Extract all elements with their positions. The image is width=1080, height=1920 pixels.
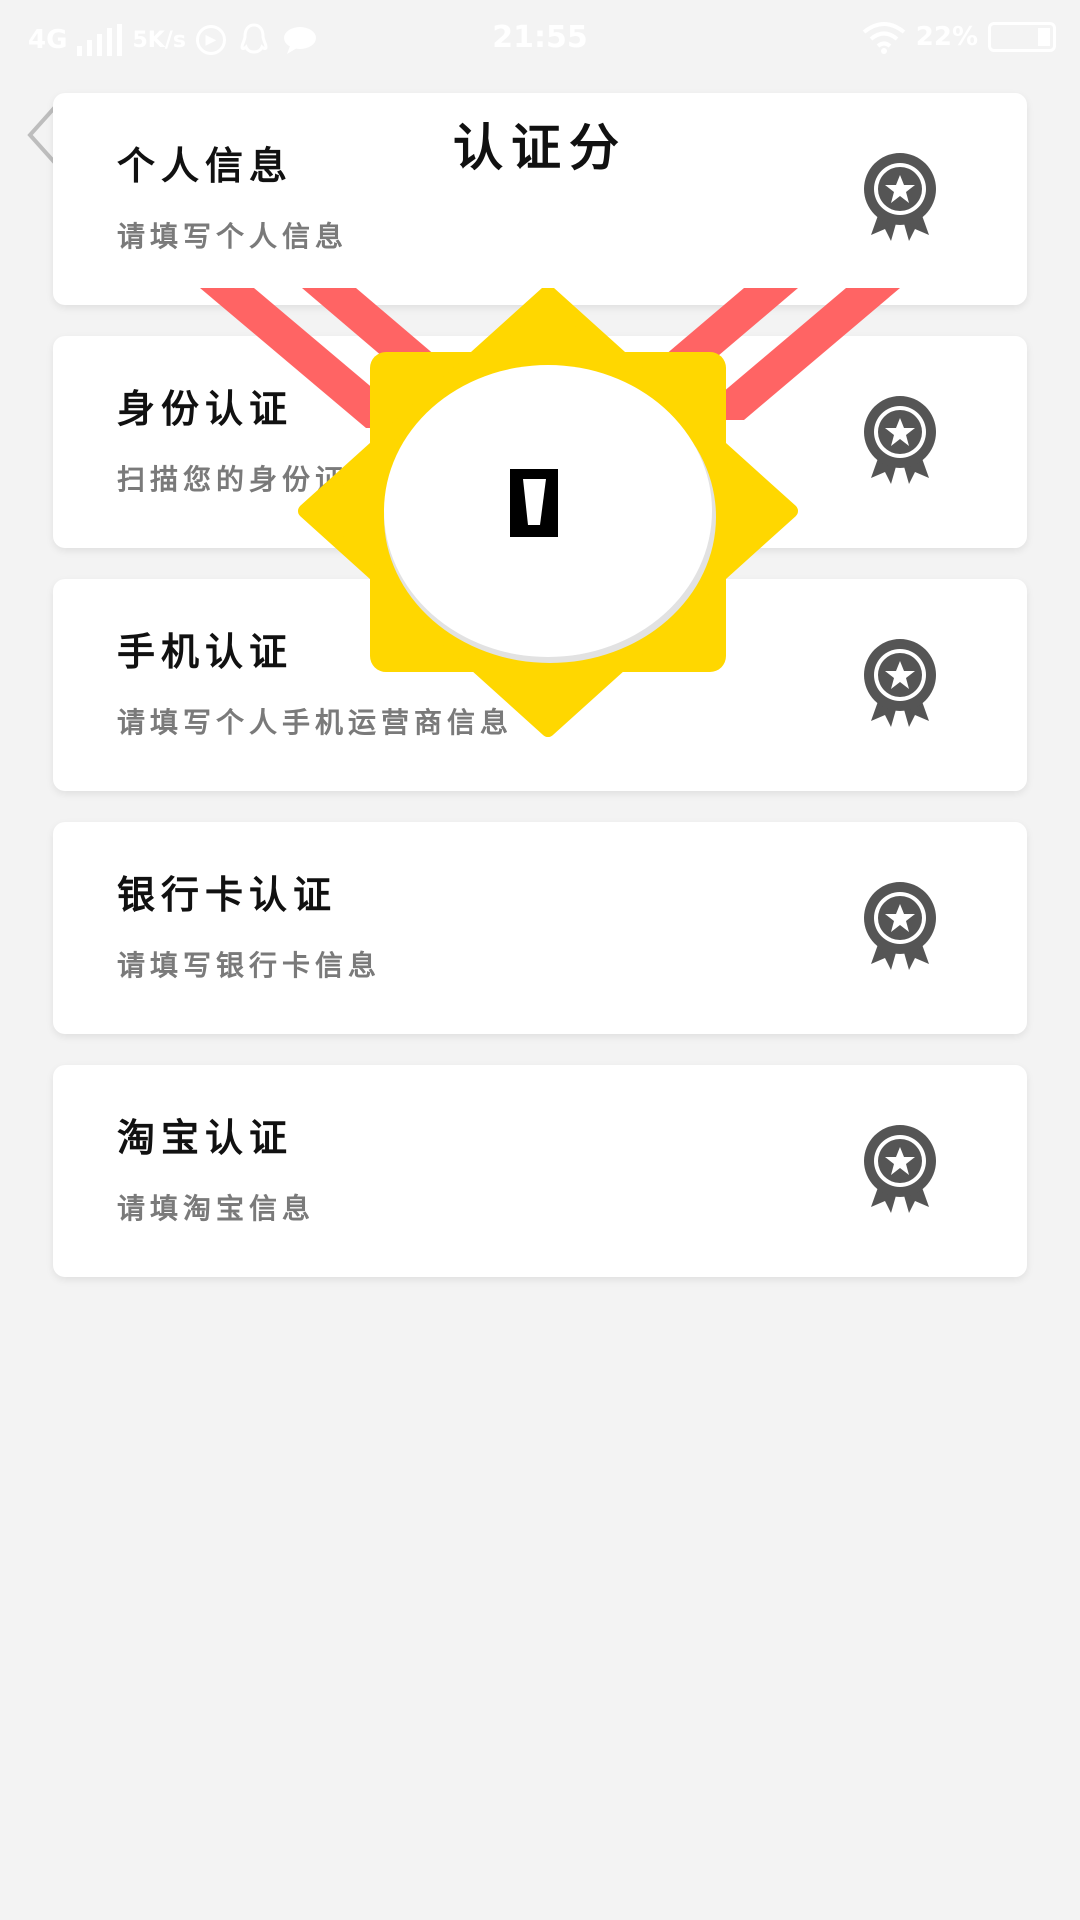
card-taobao-verification[interactable]: 淘宝认证 请填淘宝信息 bbox=[53, 1065, 1027, 1277]
card-subtitle: 请填淘宝信息 bbox=[117, 1192, 316, 1225]
medal-star-icon bbox=[864, 882, 936, 970]
status-bar: 4G 5K/s ▶ 21:55 22% bbox=[0, 0, 1080, 80]
card-phone-verification[interactable]: 手机认证 请填写个人手机运营商信息 bbox=[53, 579, 1027, 791]
card-title: 银行卡认证 bbox=[117, 873, 338, 917]
card-title: 身份认证 bbox=[117, 387, 294, 431]
screen: 4G 5K/s ▶ 21:55 22% 认证分 个人信息 请填写个人信息 身份认… bbox=[0, 0, 1080, 1920]
medal-star-icon bbox=[864, 639, 936, 727]
card-subtitle: 请填写银行卡信息 bbox=[117, 949, 382, 982]
card-title: 手机认证 bbox=[117, 630, 294, 674]
score-digit-icon bbox=[510, 469, 558, 537]
card-subtitle: 请填写个人手机运营商信息 bbox=[117, 706, 514, 739]
wifi-icon bbox=[862, 22, 906, 54]
card-bank-verification[interactable]: 银行卡认证 请填写银行卡信息 bbox=[53, 822, 1027, 1034]
card-subtitle: 请填写个人信息 bbox=[117, 220, 349, 253]
status-right: 22% bbox=[862, 20, 1056, 54]
page-title: 认证分 bbox=[453, 119, 627, 177]
medal-star-icon bbox=[864, 1125, 936, 1213]
battery-icon bbox=[988, 22, 1056, 52]
medal-star-icon bbox=[864, 396, 936, 484]
verification-list: 个人信息 请填写个人信息 身份认证 扫描您的身份证 手机认证 请填写个人手机运营… bbox=[53, 93, 1027, 1308]
card-title: 淘宝认证 bbox=[117, 1116, 294, 1160]
card-subtitle: 扫描您的身份证 bbox=[117, 463, 349, 496]
battery-percent: 22% bbox=[915, 22, 978, 52]
